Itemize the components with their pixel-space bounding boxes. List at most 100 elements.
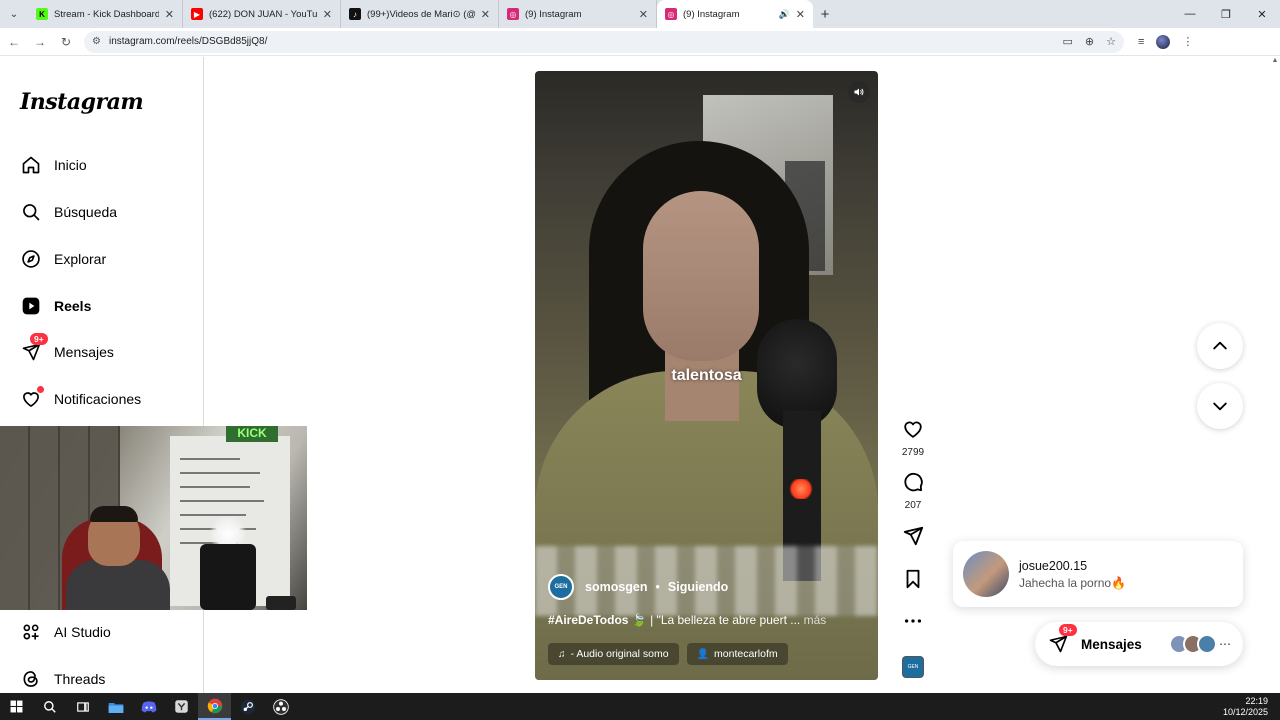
close-tab-icon[interactable]: ✕ xyxy=(639,8,648,21)
browser-tab-kick[interactable]: K Stream - Kick Dashboard ✕ xyxy=(28,0,183,28)
close-tab-icon[interactable]: ✕ xyxy=(481,8,490,21)
page-scrollbar[interactable]: ▲ xyxy=(1270,57,1280,693)
browser-tab-youtube[interactable]: ▶ (622) DON JUAN - YouTube ✕ xyxy=(183,0,341,28)
comment-count: 207 xyxy=(904,500,922,511)
tab-search-chevron-icon[interactable]: ⌄ xyxy=(0,0,28,28)
back-arrow-icon[interactable]: ← xyxy=(2,30,26,54)
comment-button[interactable]: 207 xyxy=(893,471,933,511)
address-bar[interactable]: ⚙ instagram.com/reels/DSGBd85jjQ8/ ▭ ⊕ ☆ xyxy=(84,30,1124,53)
zoom-icon[interactable]: ⊕ xyxy=(1085,35,1094,48)
file-explorer-icon[interactable] xyxy=(99,693,132,720)
obs-icon[interactable] xyxy=(264,693,297,720)
messages-count-badge: 9+ xyxy=(30,333,48,345)
reel-subject-face xyxy=(643,191,759,361)
tab-title: Stream - Kick Dashboard xyxy=(54,8,159,20)
messenger-icon: 9+ xyxy=(20,333,48,363)
audio-chip[interactable]: ♫ - Audio original somo xyxy=(548,643,679,665)
reels-icon xyxy=(20,295,42,317)
chrome-taskbar-icon[interactable] xyxy=(198,693,231,720)
comment-bubble-icon xyxy=(904,472,923,492)
more-link[interactable]: más xyxy=(804,613,827,627)
previous-reel-button[interactable] xyxy=(1197,323,1243,369)
sidebar-item-notificaciones[interactable]: Notificaciones xyxy=(20,386,141,412)
messenger-icon: 9+ xyxy=(1047,624,1077,655)
sidebar-item-ai-studio[interactable]: AI Studio xyxy=(20,619,111,645)
sidebar-item-busqueda[interactable]: Búsqueda xyxy=(20,199,117,225)
sidebar-item-label: Búsqueda xyxy=(54,204,118,220)
close-window-icon[interactable]: ✕ xyxy=(1244,0,1280,28)
browser-toolbar: ← → ↻ ⚙ instagram.com/reels/DSGBd85jjQ8/… xyxy=(0,28,1280,56)
more-options-button[interactable] xyxy=(893,610,933,637)
instagram-favicon-icon: ◎ xyxy=(507,8,519,20)
description-hashtag[interactable]: #AireDeTodos xyxy=(548,613,628,627)
browser-tab-instagram-active[interactable]: ◎ (9) Instagram 🔊 ✕ xyxy=(657,0,813,28)
sidebar-item-threads[interactable]: Threads xyxy=(20,666,105,692)
sidebar-item-explorar[interactable]: Explorar xyxy=(20,246,106,272)
messages-count-badge: 9+ xyxy=(1059,624,1077,636)
youtube-favicon-icon: ▶ xyxy=(191,8,203,20)
follow-status-button[interactable]: Siguiendo xyxy=(668,580,728,594)
webcam-kick-banner: KICK xyxy=(226,426,278,442)
sidebar-item-mensajes[interactable]: 9+ Mensajes xyxy=(20,333,114,365)
heart-icon xyxy=(904,421,922,438)
sidebar-item-reels[interactable]: Reels xyxy=(20,293,91,319)
window-controls: — ❐ ✕ xyxy=(1172,0,1280,28)
new-tab-plus-icon[interactable]: + xyxy=(813,0,837,28)
message-notification-toast[interactable]: josue200.15 Jahecha la porno🔥 xyxy=(953,541,1243,607)
minimize-icon[interactable]: — xyxy=(1172,0,1208,28)
forward-arrow-icon[interactable]: → xyxy=(28,30,52,54)
instagram-logo[interactable]: Instagram xyxy=(20,89,144,115)
close-tab-icon[interactable]: ✕ xyxy=(323,8,332,21)
sender-username: josue200.15 xyxy=(1019,558,1088,573)
compass-icon xyxy=(20,248,42,270)
instagram-favicon-icon: ◎ xyxy=(665,8,677,20)
browser-tab-tiktok[interactable]: ♪ (99+)Videos de Mari⊙ (@mar ✕ xyxy=(341,0,499,28)
tab-title: (9) Instagram xyxy=(525,8,582,20)
close-tab-icon[interactable]: ✕ xyxy=(796,8,805,21)
message-preview: Jahecha la porno🔥 xyxy=(1019,575,1127,590)
search-icon xyxy=(20,201,42,223)
close-tab-icon[interactable]: ✕ xyxy=(165,8,174,21)
omnibox-actions: ▭ ⊕ ☆ xyxy=(1063,35,1117,48)
bookmark-icon xyxy=(906,569,920,589)
sound-toggle-button[interactable] xyxy=(848,81,870,103)
ellipsis-icon: ⋯ xyxy=(1219,637,1231,651)
author-avatar[interactable]: GEN xyxy=(548,574,574,600)
task-view-icon[interactable] xyxy=(66,693,99,720)
home-icon xyxy=(20,154,42,176)
sidebar-item-label: Notificaciones xyxy=(54,391,142,407)
cast-icon[interactable]: ▭ xyxy=(1063,35,1073,48)
next-reel-button[interactable] xyxy=(1197,383,1243,429)
like-button[interactable]: 2799 xyxy=(893,418,933,458)
reel-author-row: GEN somosgen • Siguiendo xyxy=(548,574,728,600)
sidebar-item-inicio[interactable]: Inicio xyxy=(20,152,87,178)
browser-tab-instagram[interactable]: ◎ (9) Instagram ✕ xyxy=(499,0,657,28)
reel-video[interactable]: talentosa GEN somosgen • Siguiendo #Aire… xyxy=(535,71,878,680)
tab-audio-speaker-icon[interactable]: 🔊 xyxy=(779,9,790,20)
discord-icon[interactable] xyxy=(132,693,165,720)
author-username[interactable]: somosgen xyxy=(585,580,648,594)
clock-date: 10/12/2025 xyxy=(1222,706,1268,717)
paper-plane-icon xyxy=(903,526,924,546)
scroll-up-arrow-icon[interactable]: ▲ xyxy=(1270,57,1280,64)
media-controls-icon[interactable]: ≡ xyxy=(1138,36,1144,48)
windows-start-icon[interactable] xyxy=(0,693,33,720)
bookmark-star-icon[interactable]: ☆ xyxy=(1106,35,1116,48)
collab-chip[interactable]: 👤 montecarlofm xyxy=(686,643,788,665)
messages-pill-button[interactable]: 9+ Mensajes ⋯ xyxy=(1035,622,1243,666)
toast-content: josue200.15 Jahecha la porno🔥 xyxy=(1019,559,1126,590)
share-button[interactable] xyxy=(893,525,933,552)
reload-icon[interactable]: ↻ xyxy=(54,30,78,54)
audio-thumbnail[interactable]: GEN xyxy=(902,656,924,678)
taskbar-search-icon[interactable] xyxy=(33,693,66,720)
system-clock[interactable]: 22:19 10/12/2025 xyxy=(1223,696,1268,718)
restore-icon[interactable]: ❐ xyxy=(1208,0,1244,28)
webcam-body xyxy=(66,560,170,610)
site-info-icon[interactable]: ⚙ xyxy=(92,36,101,47)
save-button[interactable] xyxy=(893,568,933,595)
windows-taskbar: 22:19 10/12/2025 xyxy=(0,693,1280,720)
chrome-menu-icon[interactable]: ⋮ xyxy=(1182,35,1193,48)
profile-avatar-icon[interactable] xyxy=(1156,34,1171,49)
app-icon[interactable] xyxy=(165,693,198,720)
steam-icon[interactable] xyxy=(231,693,264,720)
